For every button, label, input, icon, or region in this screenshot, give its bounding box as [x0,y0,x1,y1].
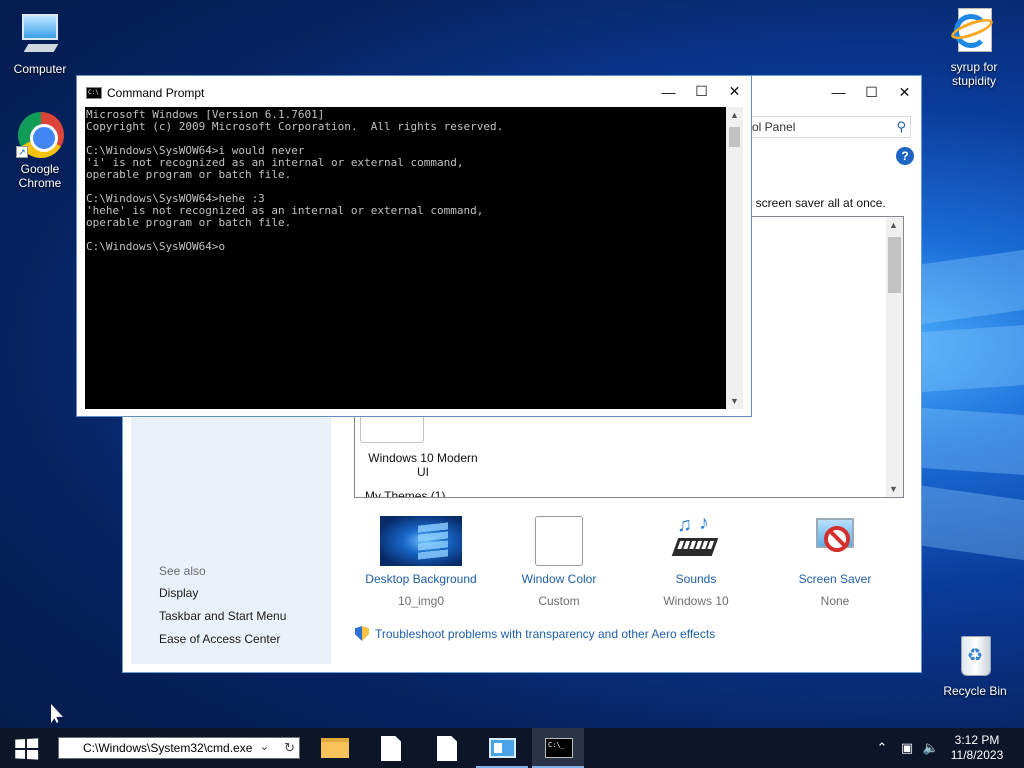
network-icon[interactable]: ▣ [896,728,918,768]
chrome-icon: ↗ [16,110,64,158]
link-taskbar-start-menu[interactable]: Taskbar and Start Menu [159,609,286,623]
scroll-down-icon[interactable]: ▼ [730,396,739,406]
item-sub: 10_img0 [397,594,445,608]
control-panel-icon [489,738,516,758]
troubleshoot-link-text: Troubleshoot problems with transparency … [375,627,716,641]
console-line: operable program or batch file. [86,168,292,181]
screen-saver-icon [812,516,858,566]
mouse-cursor-icon [51,704,63,723]
item-label: Window Color [521,572,597,586]
item-label: Desktop Background [365,572,477,586]
scroll-up-icon[interactable]: ▲ [889,220,898,230]
recycle-bin-icon [951,632,999,680]
taskbar-file-explorer[interactable] [308,728,360,768]
scrollbar-thumb[interactable] [729,127,740,147]
scroll-down-icon[interactable]: ▼ [889,484,898,494]
console-scrollbar[interactable]: ▲ ▼ [726,107,743,409]
desktop-background-icon [380,516,462,566]
item-label: Sounds [675,572,717,586]
sounds-item[interactable]: ♫ ♪ Sounds Windows 10 [626,512,766,608]
desktop-icon-label: Computer [13,62,67,76]
maximize-button[interactable]: ☐ [855,76,888,108]
desktop-icon-computer[interactable]: Computer [0,10,80,76]
taskbar: C:\Windows\System32\cmd.exe ⌄ ↻ C:\_ ⌃ ▣… [0,728,1024,768]
close-button[interactable]: ✕ [888,76,921,108]
maximize-button[interactable]: ☐ [685,76,718,107]
theme-list-scrollbar[interactable]: ▲ ▼ [886,217,903,497]
item-label: Screen Saver [798,572,872,586]
search-icon[interactable]: ⚲ [896,119,906,135]
windows-logo-icon [15,738,39,760]
cmd-icon: C:\_ [545,738,573,758]
refresh-icon[interactable]: ↻ [284,740,295,756]
window-controls: — ☐ ✕ [652,76,751,107]
desktop-icon-syrup[interactable]: syrup for stupidity [934,8,1014,88]
shield-icon [355,626,369,641]
search-input-value: ol Panel [752,120,796,134]
clock-date: 11/8/2023 [950,748,1004,762]
minimize-button[interactable]: — [822,76,855,108]
scroll-up-icon[interactable]: ▲ [730,110,739,120]
see-also-heading: See also [159,564,206,578]
help-icon[interactable]: ? [896,147,914,165]
console-line: C:\Windows\SysWOW64>o [86,240,226,253]
window-title: Command Prompt [107,86,205,100]
volume-muted-icon[interactable]: 🔈 [920,728,942,768]
link-ease-of-access[interactable]: Ease of Access Center [159,632,280,646]
desktop-icon-label: Google Chrome [18,162,62,190]
search-input[interactable]: ol Panel ⚲ [745,116,911,138]
internet-explorer-icon [948,8,998,56]
scrollbar-thumb[interactable] [888,237,901,293]
my-themes-heading: My Themes (1) [365,489,446,498]
console-output[interactable]: Microsoft Windows [Version 6.1.7601] Cop… [85,107,726,409]
page-description: nd screen saver all at once. [739,196,886,210]
taskbar-command-prompt[interactable]: C:\_ [532,728,584,768]
command-prompt-window: C:\ Command Prompt — ☐ ✕ Microsoft Windo… [76,75,752,417]
clock-time: 3:12 PM [954,733,1000,747]
close-button[interactable]: ✕ [718,76,751,107]
item-sub: Custom [538,594,580,608]
taskbar-document-2[interactable] [420,728,472,768]
document-icon [381,736,401,761]
cmd-icon: C:\ [86,87,102,99]
troubleshoot-link[interactable]: Troubleshoot problems with transparency … [355,626,715,641]
link-display[interactable]: Display [159,586,198,600]
taskbar-document-1[interactable] [364,728,416,768]
computer-icon [16,10,64,58]
address-input[interactable]: C:\Windows\System32\cmd.exe [83,741,252,755]
console-line: operable program or batch file. [86,216,292,229]
desktop-icon-label: syrup for stupidity [950,60,998,88]
desktop-icon-chrome[interactable]: ↗ Google Chrome [0,110,80,190]
address-toolbar[interactable]: C:\Windows\System32\cmd.exe ⌄ ↻ [58,737,300,759]
window-color-icon [535,516,583,566]
chevron-up-icon[interactable]: ⌃ [872,728,892,768]
theme-name[interactable]: Windows 10 Modern UI [361,451,485,479]
clock[interactable]: 3:12 PM 11/8/2023 [944,733,1010,763]
sounds-icon: ♫ ♪ [671,512,721,566]
screen-saver-item[interactable]: Screen Saver None [765,516,905,608]
item-sub: None [820,594,850,608]
desktop-icon-recycle-bin[interactable]: Recycle Bin [935,632,1015,698]
document-icon [437,736,457,761]
item-sub: Windows 10 [663,594,729,608]
left-pane [131,416,331,664]
desktop-background-item[interactable]: Desktop Background 10_img0 [351,516,491,608]
title-bar[interactable]: C:\ Command Prompt — ☐ ✕ [77,76,751,107]
console-line: Copyright (c) 2009 Microsoft Corporation… [86,120,504,133]
minimize-button[interactable]: — [652,76,685,107]
desktop-icon-label: Recycle Bin [943,684,1007,698]
window-controls: — ☐ ✕ [822,76,921,108]
start-button[interactable] [0,728,52,768]
folder-icon [321,738,349,758]
chevron-down-icon[interactable]: ⌄ [260,740,269,753]
window-color-item[interactable]: Window Color Custom [489,516,629,608]
taskbar-control-panel[interactable] [476,728,528,768]
